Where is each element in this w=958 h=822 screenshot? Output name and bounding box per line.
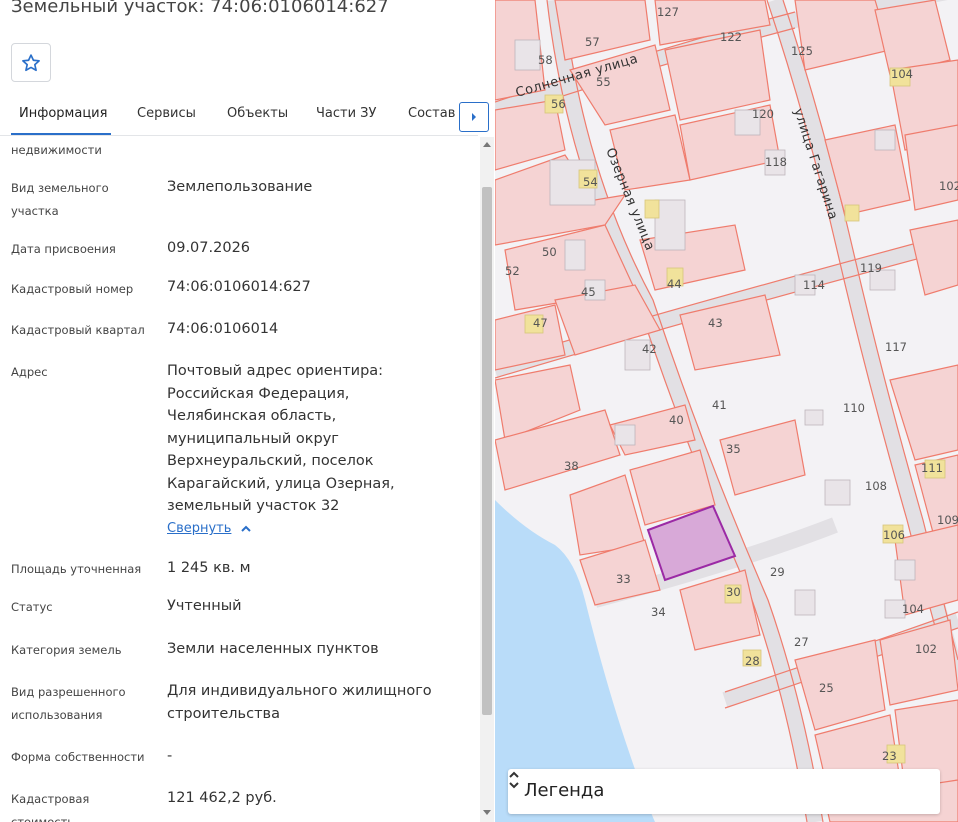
caret-right-icon <box>472 113 476 121</box>
info-panel: Земельный участок: 74:06:0106014:627 Инф… <box>0 0 495 822</box>
house-number: 28 <box>745 654 760 668</box>
house-number: 114 <box>803 278 825 292</box>
field-label-cadastral-value: Кадастровая стоимость <box>11 792 90 822</box>
house-number: 29 <box>770 565 785 579</box>
house-number: 52 <box>505 264 520 278</box>
house-number: 106 <box>883 528 905 542</box>
house-number: 122 <box>720 30 742 44</box>
tab-land-parts[interactable]: Части ЗУ <box>316 106 376 121</box>
house-number: 111 <box>921 461 943 475</box>
star-icon <box>22 53 40 71</box>
field-value-cadastral-quarter: 74:06:0106014 <box>167 321 279 337</box>
active-tab-indicator <box>11 133 111 135</box>
house-number: 102 <box>915 642 937 656</box>
house-number: 58 <box>538 53 553 67</box>
tab-bar: Информация Сервисы Объекты Части ЗУ Сост… <box>0 96 478 136</box>
field-value-cadastral-value: 121 462,2 руб. <box>167 790 277 806</box>
field-value-land-category: Земли населенных пунктов <box>167 641 379 657</box>
field-value-area: 1 245 кв. м <box>167 560 251 576</box>
field-value-permitted-use: Для индивидуального жилищного строительс… <box>167 683 432 722</box>
field-value-land-type: Землепользование <box>167 179 313 195</box>
tab-objects[interactable]: Объекты <box>227 106 288 121</box>
scroll-thumb[interactable] <box>482 187 492 715</box>
house-number: 104 <box>902 602 924 616</box>
field-value-cadastral-number: 74:06:0106014:627 <box>167 279 311 295</box>
field-label-land-type: Вид земельного участка <box>11 181 109 218</box>
house-number: 125 <box>791 44 813 58</box>
field-label-assignment-date: Дата присвоения <box>11 242 116 256</box>
field-label-cadastral-number: Кадастровый номер <box>11 282 134 296</box>
field-label-land-category: Категория земель <box>11 643 122 657</box>
house-number: 42 <box>642 342 657 356</box>
field-value-assignment-date: 09.07.2026 <box>167 240 251 256</box>
field-value-address: Почтовый адрес ориентира: Российская Фед… <box>167 363 395 514</box>
scroll-up-arrow[interactable] <box>483 142 491 147</box>
house-number: 127 <box>657 5 679 19</box>
house-number: 30 <box>726 585 741 599</box>
house-number: 25 <box>819 681 834 695</box>
house-number: 102 <box>939 179 958 193</box>
house-number: 50 <box>542 245 557 259</box>
field-label-permitted-use: Вид разрешенного использования <box>11 685 126 722</box>
collapse-link[interactable]: Свернуть <box>167 521 231 536</box>
house-number: 108 <box>865 479 887 493</box>
house-number: 34 <box>651 605 666 619</box>
chevron-up-icon[interactable] <box>239 522 253 536</box>
house-number: 57 <box>585 35 600 49</box>
house-number: 35 <box>726 442 741 456</box>
tabs-next-button[interactable] <box>459 102 489 132</box>
house-number: 44 <box>667 277 682 291</box>
house-number: 45 <box>581 285 596 299</box>
house-number: 104 <box>891 67 913 81</box>
field-value-status: Учтенный <box>167 598 242 614</box>
map-canvas[interactable]: Солнечная улица Озерная улица улица Гага… <box>495 0 958 822</box>
house-number: 119 <box>860 261 882 275</box>
map-view[interactable]: Солнечная улица Озерная улица улица Гага… <box>495 0 958 822</box>
house-number: 27 <box>794 635 809 649</box>
house-number: 120 <box>752 107 774 121</box>
info-list: недвижимости Вид земельного участка Земл… <box>0 137 480 822</box>
tab-services[interactable]: Сервисы <box>137 106 196 121</box>
scrollbar[interactable] <box>480 137 494 822</box>
house-number: 40 <box>669 413 684 427</box>
field-label-status: Статус <box>11 600 53 614</box>
scroll-down-arrow[interactable] <box>483 810 491 815</box>
partial-label: недвижимости <box>11 143 102 157</box>
tab-composition[interactable]: Состав <box>408 106 455 121</box>
field-label-address: Адрес <box>11 365 48 379</box>
house-number: 33 <box>616 572 631 586</box>
tab-information[interactable]: Информация <box>19 106 107 121</box>
house-number: 47 <box>533 316 548 330</box>
field-label-area: Площадь уточненная <box>11 562 142 576</box>
house-number: 23 <box>882 749 897 763</box>
house-number: 117 <box>885 340 907 354</box>
expand-collapse-icon <box>509 771 519 789</box>
house-number: 41 <box>712 398 727 412</box>
house-number: 43 <box>708 316 723 330</box>
field-value-ownership: - <box>167 748 173 764</box>
house-number: 38 <box>564 459 579 473</box>
house-number: 55 <box>596 75 611 89</box>
house-number: 118 <box>765 155 787 169</box>
house-number: 109 <box>937 513 958 527</box>
legend-dropdown[interactable]: Легенда <box>508 769 940 814</box>
page-title: Земельный участок: 74:06:0106014:627 <box>11 0 389 17</box>
house-number: 110 <box>843 401 865 415</box>
legend-label: Легенда <box>524 780 605 801</box>
house-number: 54 <box>583 175 598 189</box>
favorite-button[interactable] <box>11 43 51 82</box>
house-number: 56 <box>551 97 566 111</box>
field-label-ownership: Форма собственности <box>11 750 145 764</box>
field-label-cadastral-quarter: Кадастровый квартал <box>11 323 145 337</box>
